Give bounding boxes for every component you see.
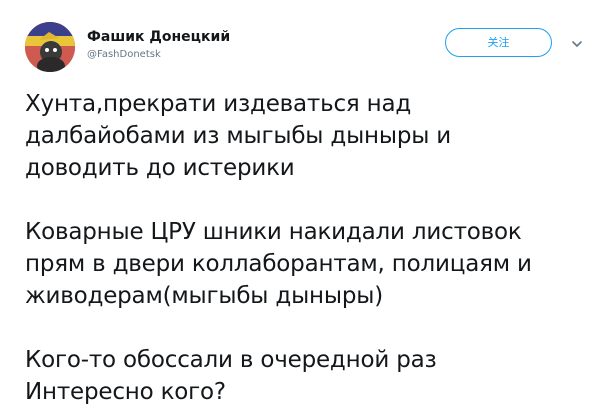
tweet-paragraph: Хунта,прекрати издеваться над далбайобам… (25, 88, 595, 184)
tweet-header: Фашик Донецкий @FashDonetsk 关注 (25, 22, 590, 74)
tweet-line: доводить до истерики (25, 155, 295, 181)
tweet-line: Интересно кого? (25, 379, 226, 405)
tweet-text: Хунта,прекрати издеваться над далбайобам… (25, 88, 595, 408)
avatar[interactable] (25, 22, 75, 72)
tweet-paragraph: Кого-то обоссали в очередной раз Интерес… (25, 344, 595, 408)
author-handle: @FashDonetsk (87, 49, 161, 60)
follow-button[interactable]: 关注 (445, 28, 552, 57)
chevron-down-icon[interactable] (570, 36, 584, 50)
avatar-image-icon (25, 22, 75, 72)
author-names[interactable]: Фашик Донецкий @FashDonetsk (87, 28, 230, 62)
tweet-line: Хунта,прекрати издеваться над (25, 91, 412, 117)
author-display-name: Фашик Донецкий (87, 29, 231, 45)
tweet-line: Кого-то обоссали в очередной раз (25, 347, 437, 373)
tweet-line: Коварные ЦРУ шники накидали листовок (25, 219, 522, 245)
tweet-card: Фашик Донецкий @FashDonetsk 关注 Хунта,пре… (0, 0, 615, 413)
tweet-line: далбайобами из мыгыбы дыныры и (25, 123, 452, 149)
tweet-line: прям в двери коллаборантам, полицаям и (25, 251, 532, 277)
tweet-line: живодерам(мыгыбы дыныры) (25, 283, 383, 309)
tweet-paragraph: Коварные ЦРУ шники накидали листовок пря… (25, 216, 595, 312)
